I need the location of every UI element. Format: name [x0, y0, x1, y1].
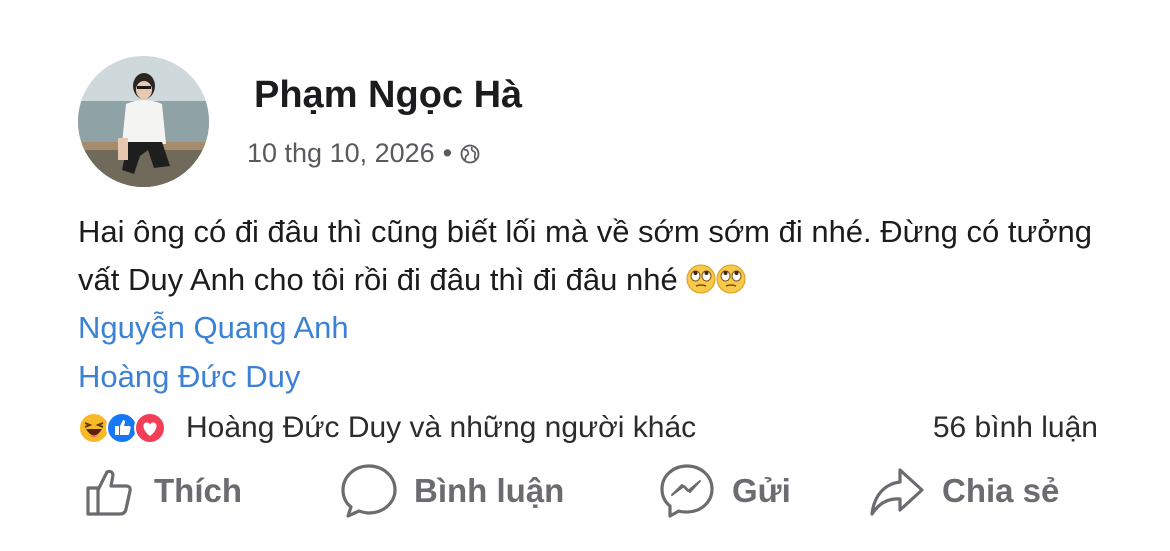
comment-label: Bình luận: [414, 472, 565, 509]
like-button[interactable]: Thích: [78, 460, 242, 522]
meta-separator: •: [442, 138, 453, 168]
comment-button[interactable]: Bình luận: [338, 460, 564, 522]
send-button[interactable]: Gửi: [656, 460, 791, 522]
love-reaction-icon: [134, 412, 166, 444]
comment-bubble-icon: [341, 464, 397, 518]
messenger-icon: [660, 464, 714, 518]
reactions-row: Hoàng Đức Duy và những người khác 56 bìn…: [78, 408, 1098, 448]
rolling-eyes-emoji: [686, 264, 716, 294]
post-meta: 10 thg 10, 2026 •: [247, 138, 480, 169]
avatar-photo: [78, 56, 209, 187]
author-avatar[interactable]: [78, 56, 209, 187]
like-label: Thích: [154, 472, 242, 509]
share-label: Chia sẻ: [942, 472, 1060, 509]
rolling-eyes-emoji: [716, 264, 746, 294]
thumbs-up-icon: [86, 469, 132, 516]
tagged-user-link[interactable]: Nguyễn Quang Anh: [78, 310, 349, 346]
tagged-user-link[interactable]: Hoàng Đức Duy: [78, 359, 300, 395]
reaction-summary[interactable]: Hoàng Đức Duy và những người khác: [186, 411, 696, 445]
share-button[interactable]: Chia sẻ: [866, 460, 1059, 522]
send-label: Gửi: [732, 472, 791, 509]
globe-icon: [460, 144, 480, 163]
comment-count[interactable]: 56 bình luận: [933, 411, 1098, 445]
post-date[interactable]: 10 thg 10, 2026: [247, 138, 435, 169]
post-action-bar: Thích Bình luận Gửi Chia sẻ: [78, 458, 1098, 524]
share-arrow-icon: [870, 468, 924, 516]
reaction-icons[interactable]: [78, 412, 166, 444]
author-name[interactable]: Phạm Ngọc Hà: [254, 74, 522, 117]
post-text: Hai ông có đi đâu thì cũng biết lối mà v…: [78, 208, 1138, 304]
post-body: Hai ông có đi đâu thì cũng biết lối mà v…: [78, 214, 1093, 297]
